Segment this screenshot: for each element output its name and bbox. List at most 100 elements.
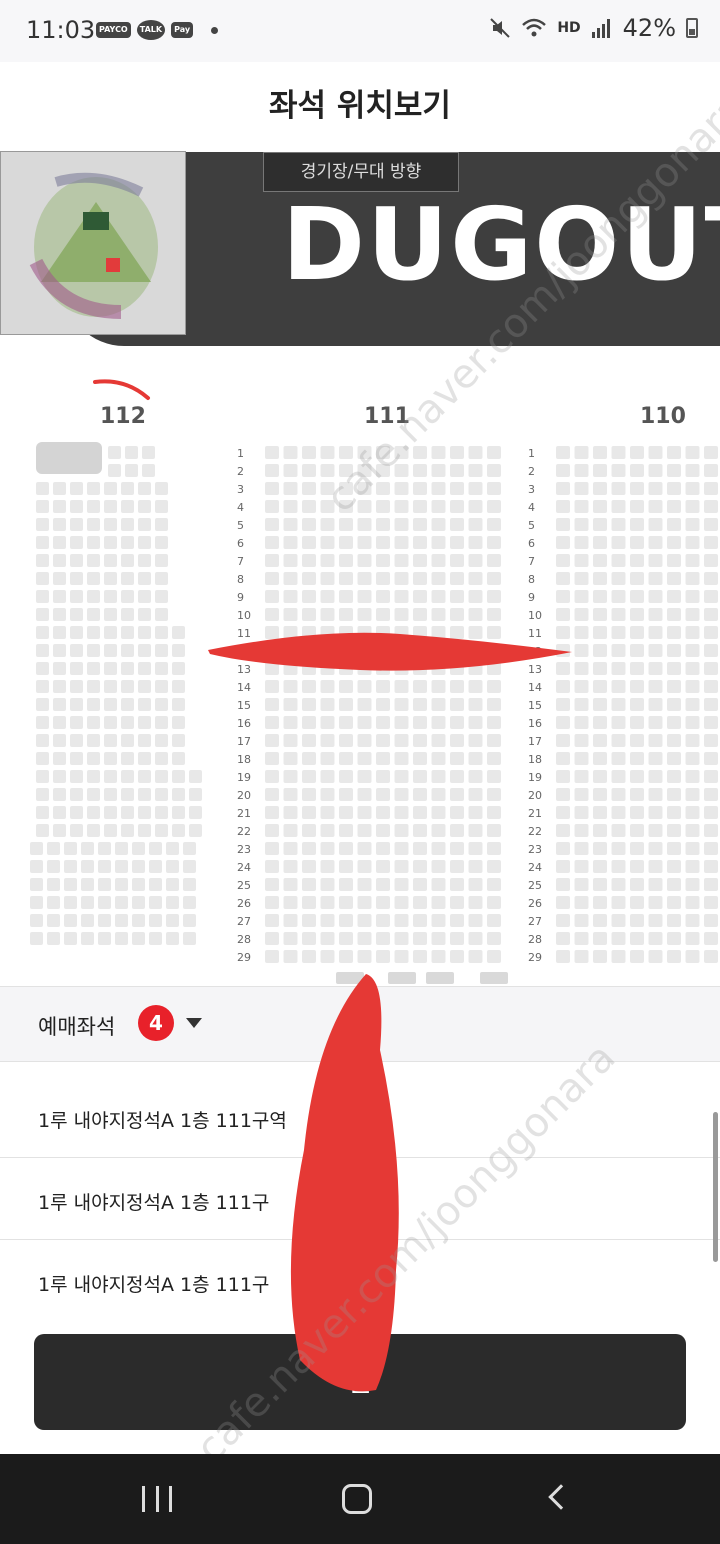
seat[interactable] (487, 608, 501, 621)
seat[interactable] (104, 482, 117, 495)
seat[interactable] (574, 536, 589, 549)
seat[interactable] (630, 608, 644, 621)
seat[interactable] (339, 734, 353, 747)
seat[interactable] (155, 572, 168, 585)
seat[interactable] (556, 860, 570, 873)
seat[interactable] (302, 662, 316, 675)
seat[interactable] (450, 770, 464, 783)
seat[interactable] (320, 860, 335, 873)
seat[interactable] (413, 950, 427, 963)
seat[interactable] (593, 590, 607, 603)
seat[interactable] (413, 554, 427, 567)
seat[interactable] (450, 896, 464, 909)
seat[interactable] (574, 680, 589, 693)
seat[interactable] (468, 554, 483, 567)
seat[interactable] (121, 572, 134, 585)
seat[interactable] (70, 626, 83, 639)
seat[interactable] (320, 734, 335, 747)
seat[interactable] (339, 950, 353, 963)
seat[interactable] (450, 500, 464, 513)
seat[interactable] (138, 806, 151, 819)
seat[interactable] (611, 536, 626, 549)
seat[interactable] (265, 860, 279, 873)
seat[interactable] (357, 878, 372, 891)
seat[interactable] (155, 536, 168, 549)
seat[interactable] (302, 752, 316, 765)
seat[interactable] (115, 914, 128, 927)
seat[interactable] (468, 770, 483, 783)
seat[interactable] (121, 788, 134, 801)
seat[interactable] (394, 734, 409, 747)
seat[interactable] (265, 608, 279, 621)
seat[interactable] (302, 446, 316, 459)
seat[interactable] (394, 554, 409, 567)
seat[interactable] (487, 662, 501, 675)
seat[interactable] (648, 482, 663, 495)
seat[interactable] (87, 518, 100, 531)
seat[interactable] (320, 536, 335, 549)
seat[interactable] (704, 446, 718, 459)
seat[interactable] (166, 860, 179, 873)
seat[interactable] (574, 572, 589, 585)
seat[interactable] (413, 716, 427, 729)
seat[interactable] (685, 842, 700, 855)
seat[interactable] (431, 482, 446, 495)
wheelchair-seat[interactable] (388, 972, 416, 984)
seat[interactable] (53, 680, 66, 693)
seat[interactable] (283, 500, 298, 513)
seat[interactable] (630, 644, 644, 657)
seat[interactable] (376, 626, 390, 639)
seat[interactable] (630, 554, 644, 567)
seat[interactable] (376, 734, 390, 747)
seat[interactable] (413, 644, 427, 657)
seat[interactable] (593, 626, 607, 639)
seat[interactable] (376, 446, 390, 459)
seat[interactable] (685, 932, 700, 945)
seat[interactable] (611, 932, 626, 945)
seat[interactable] (125, 464, 138, 477)
seat[interactable] (413, 464, 427, 477)
seat[interactable] (30, 842, 43, 855)
seat[interactable] (189, 824, 202, 837)
seat[interactable] (339, 662, 353, 675)
seat[interactable] (36, 536, 49, 549)
seat[interactable] (320, 518, 335, 531)
seat[interactable] (593, 860, 607, 873)
seat[interactable] (611, 482, 626, 495)
seat[interactable] (104, 644, 117, 657)
seat[interactable] (685, 518, 700, 531)
seat[interactable] (574, 626, 589, 639)
seat[interactable] (487, 626, 501, 639)
seat[interactable] (283, 554, 298, 567)
seat[interactable] (376, 518, 390, 531)
seat[interactable] (138, 626, 151, 639)
seat[interactable] (357, 554, 372, 567)
seat[interactable] (87, 482, 100, 495)
seat[interactable] (70, 554, 83, 567)
seat[interactable] (339, 698, 353, 711)
seat[interactable] (265, 626, 279, 639)
seat[interactable] (556, 932, 570, 945)
seat[interactable] (320, 572, 335, 585)
seat[interactable] (53, 572, 66, 585)
seat[interactable] (431, 770, 446, 783)
seat[interactable] (104, 716, 117, 729)
seat[interactable] (53, 716, 66, 729)
seat[interactable] (302, 842, 316, 855)
seat[interactable] (357, 626, 372, 639)
seat[interactable] (320, 950, 335, 963)
seat[interactable] (667, 662, 681, 675)
seat[interactable] (704, 536, 718, 549)
seat[interactable] (87, 500, 100, 513)
seat[interactable] (265, 788, 279, 801)
seat[interactable] (36, 572, 49, 585)
seat[interactable] (87, 590, 100, 603)
seat[interactable] (53, 644, 66, 657)
seat[interactable] (320, 644, 335, 657)
seat[interactable] (265, 806, 279, 819)
seat[interactable] (556, 572, 570, 585)
seat[interactable] (36, 608, 49, 621)
seat[interactable] (283, 572, 298, 585)
seat[interactable] (611, 662, 626, 675)
seat[interactable] (685, 770, 700, 783)
